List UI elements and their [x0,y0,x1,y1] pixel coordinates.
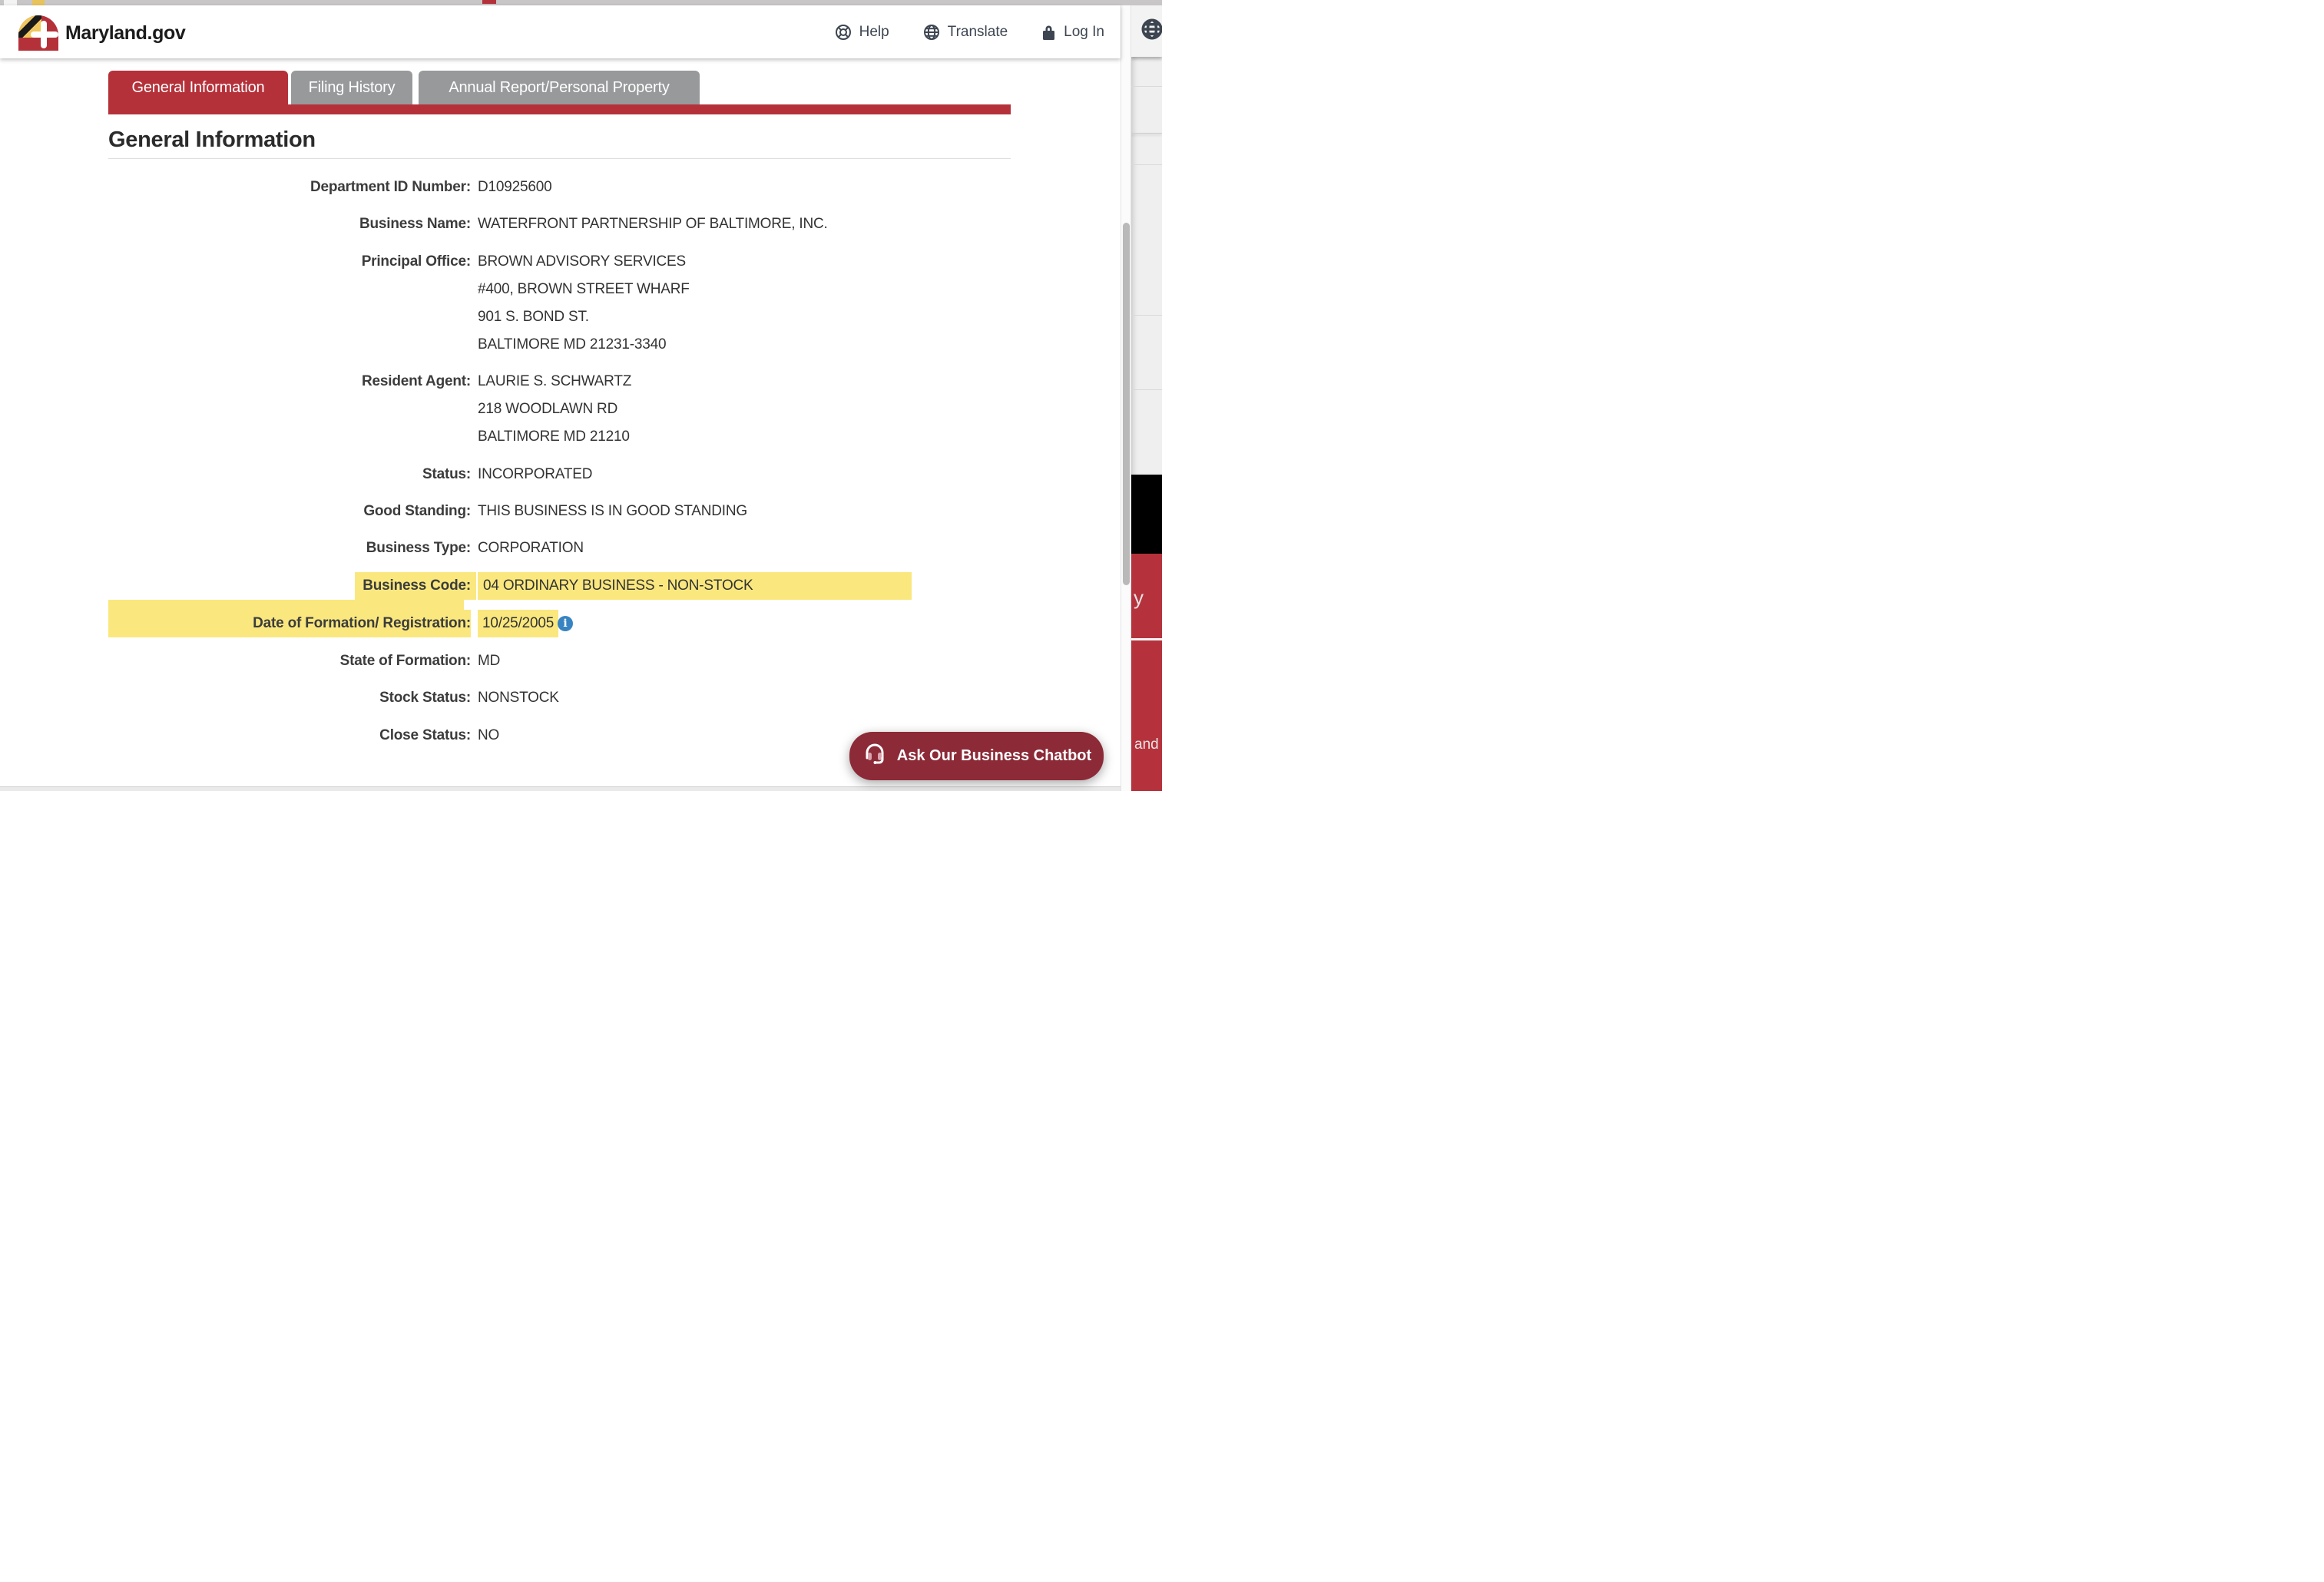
field-value: WATERFRONT PARTNERSHIP OF BALTIMORE, INC… [478,210,1015,238]
background-red-panel: y and [1131,554,1162,791]
maryland-flag-logo-icon [18,15,58,51]
tab-filing-history[interactable]: Filing History [291,71,412,104]
active-tab-underline-bar [108,104,1011,114]
title-divider [108,158,1011,159]
tab-general-information[interactable]: General Information [108,71,288,104]
background-page: y and [1131,5,1162,791]
background-text-fragment: and [1134,736,1159,753]
field-label: Business Type: [0,535,471,562]
page-title: General Information [108,127,316,153]
address-line: BALTIMORE MD 21210 [478,423,1015,451]
scrollbar-thumb[interactable] [1123,223,1130,585]
divider [1131,315,1162,316]
field-value: BROWN ADVISORY SERVICES #400, BROWN STRE… [478,248,1015,359]
address-line: 218 WOODLAWN RD [478,396,1015,423]
field-value: INCORPORATED [478,461,1015,488]
globe-icon [1140,18,1162,45]
background-black-panel [1131,475,1162,554]
help-label: Help [859,24,889,41]
field-label: Date of Formation/ Registration: [108,610,471,637]
field-value: LAURIE S. SCHWARTZ 218 WOODLAWN RD BALTI… [478,368,1015,451]
browser-favicon-fragment [482,0,496,4]
ask-business-chatbot-button[interactable]: Ask Our Business Chatbot [849,732,1104,780]
divider [1131,164,1162,165]
highlighted-value: 10/25/2005 [478,610,558,637]
field-label: Principal Office: [0,248,471,276]
scrollbar-track[interactable] [1121,5,1131,791]
field-label: Business Code: [0,572,471,600]
tab-label: General Information [132,79,265,97]
background-text-fragment: y [1134,586,1144,610]
info-icon[interactable]: i [558,616,573,631]
divider [1131,638,1162,640]
divider [1131,86,1162,87]
background-page-strip: y and [1121,5,1162,791]
field-label: Status: [0,461,471,488]
address-line: LAURIE S. SCHWARTZ [478,368,1015,396]
text-highlight-strip [108,600,464,610]
brand-name: Maryland.gov [65,22,185,45]
field-label: Department ID Number: [0,174,471,201]
log-in-button[interactable]: Log In [1041,24,1104,41]
footer-strip [0,786,1121,791]
app-root: Maryland.gov Help [0,0,1162,791]
browser-tab-fragment [32,0,45,5]
browser-tab-fragment [4,0,17,5]
headset-icon [862,741,888,772]
address-line: #400, BROWN STREET WHARF [478,276,1015,303]
translate-button[interactable]: Translate [923,24,1008,41]
divider [1131,133,1162,134]
help-button[interactable]: Help [835,24,889,41]
address-line: BALTIMORE MD 21231-3340 [478,331,1015,359]
field-label: Stock Status: [0,684,471,712]
site-header: Maryland.gov Help [0,5,1121,58]
field-label: Good Standing: [0,498,471,525]
divider [1131,389,1162,390]
log-in-label: Log In [1064,24,1104,41]
main-content: General Information Filing History Annua… [0,58,1121,791]
tab-label: Filing History [309,79,396,97]
translate-label: Translate [948,24,1008,41]
field-label: Close Status: [0,722,471,750]
field-label: Business Name: [0,210,471,238]
highlighted-value: 04 ORDINARY BUSINESS - NON-STOCK [478,572,912,600]
field-value: 04 ORDINARY BUSINESS - NON-STOCK [478,572,1015,600]
browser-chrome-strip [0,0,1162,5]
field-label: Resident Agent: [0,368,471,396]
life-ring-icon [835,24,852,41]
tab-label: Annual Report/Personal Property [449,79,669,97]
tab-annual-report-personal-property[interactable]: Annual Report/Personal Property [419,71,700,104]
field-value: D10925600 [478,174,1015,201]
field-label: State of Formation: [0,647,471,675]
field-value: NONSTOCK [478,684,1015,712]
field-value: THIS BUSINESS IS IN GOOD STANDING [478,498,1015,525]
chatbot-label: Ask Our Business Chatbot [897,747,1091,765]
globe-icon [923,24,940,41]
lock-icon [1041,24,1056,41]
background-page-header [1131,5,1162,57]
header-nav: Help Translate [835,5,1104,58]
maryland-gov-home-link[interactable]: Maryland.gov [18,15,185,51]
address-line: BROWN ADVISORY SERVICES [478,248,1015,276]
field-value: MD [478,647,1015,675]
field-value: CORPORATION [478,535,1015,562]
address-line: 901 S. BOND ST. [478,303,1015,331]
highlighted-label: Business Code: [355,572,476,600]
